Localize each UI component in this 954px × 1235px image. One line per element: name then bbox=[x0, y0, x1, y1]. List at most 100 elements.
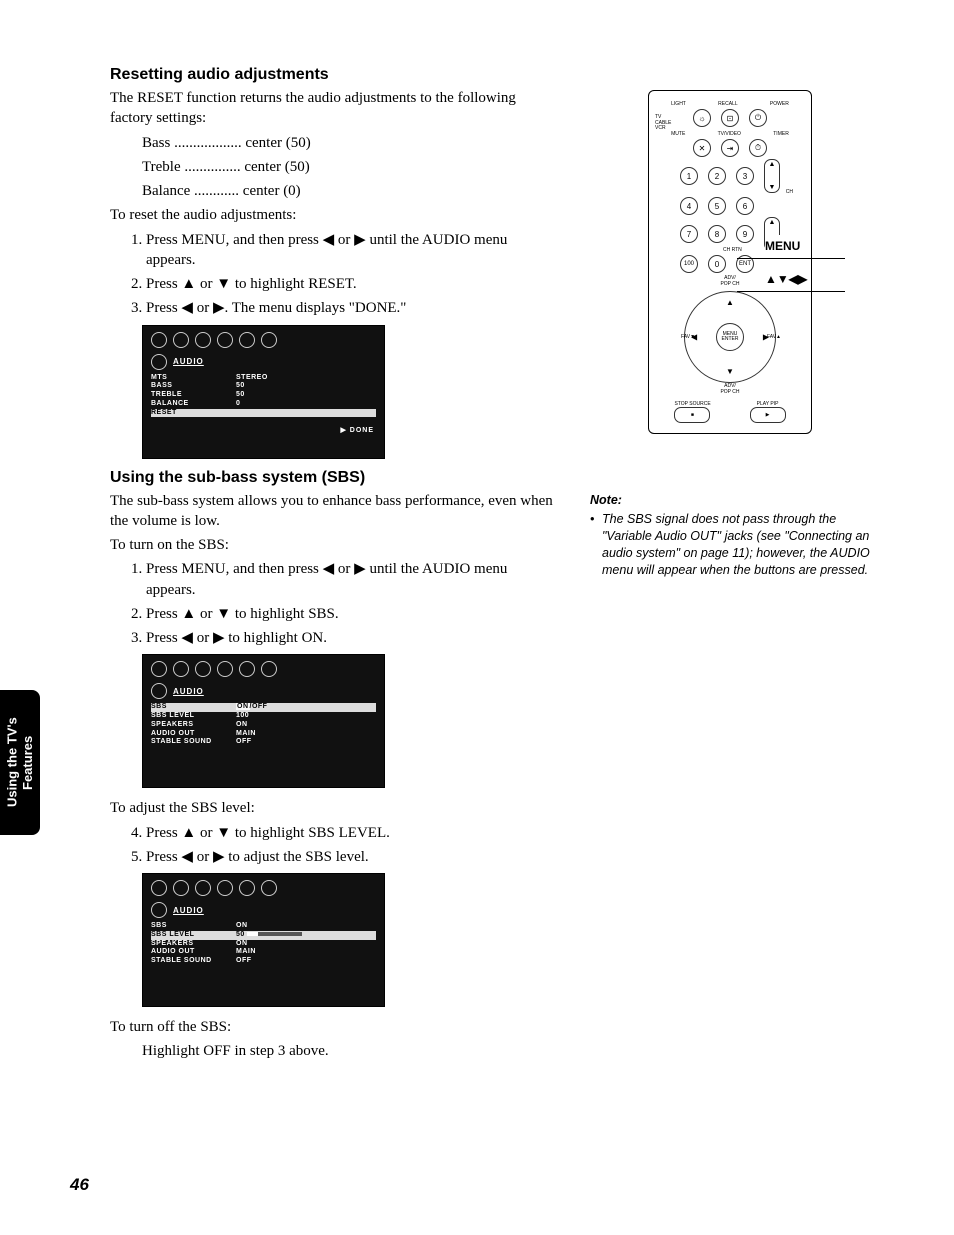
osd-val: 100 bbox=[236, 712, 249, 721]
osd-val: ON bbox=[236, 940, 248, 949]
osd-key: BASS bbox=[151, 382, 236, 391]
osd-done: ▶ DONE bbox=[340, 426, 374, 434]
step: Press MENU, and then press ◀ or ▶ until … bbox=[146, 559, 560, 600]
mode-switch: TV CABLE VCR bbox=[655, 115, 671, 132]
osd-key: STABLE SOUND bbox=[151, 957, 236, 966]
step: Press ◀ or ▶ to adjust the SBS level. bbox=[146, 847, 560, 867]
osd-title: AUDIO bbox=[173, 906, 204, 915]
osd-key: SPEAKERS bbox=[151, 721, 236, 730]
step: Press ◀ or ▶ to highlight ON. bbox=[146, 628, 560, 648]
callouts: MENU ▲▼◀▶ bbox=[765, 244, 870, 292]
osd-icon bbox=[217, 880, 233, 896]
osd-menu-sbs-level: AUDIO SBSON SBS LEVEL50 SPEAKERSON AUDIO… bbox=[142, 873, 385, 1007]
down-arrow-icon: ▼ bbox=[726, 367, 734, 376]
remote-label: RECALL bbox=[718, 101, 737, 107]
osd-val-highlight: ON bbox=[236, 703, 250, 710]
remote-label: TV/VIDEO bbox=[718, 131, 741, 137]
osd-key: MTS bbox=[151, 374, 236, 383]
menu-enter-button: MENU ENTER bbox=[716, 323, 744, 351]
osd-val: 0 bbox=[236, 400, 240, 409]
page-content: Resetting audio adjustments The RESET fu… bbox=[0, 0, 954, 1106]
osd-val: /OFF bbox=[250, 703, 268, 710]
callout-menu: MENU bbox=[765, 235, 800, 258]
osd-icon bbox=[173, 332, 189, 348]
tvvideo-button: ⇥ bbox=[721, 139, 739, 157]
osd-key: SBS LEVEL bbox=[151, 712, 236, 721]
num-button: 8 bbox=[708, 225, 726, 243]
osd-key: TREBLE bbox=[151, 391, 236, 400]
steps-reset: Press MENU, and then press ◀ or ▶ until … bbox=[128, 230, 560, 319]
num-button: 100 bbox=[680, 255, 698, 273]
up-arrow-icon: ▲ bbox=[726, 298, 734, 307]
osd-icon bbox=[151, 661, 167, 677]
power-button: ⏻ bbox=[749, 109, 767, 127]
ch-rocker: ▲▼ bbox=[764, 159, 780, 193]
osd-icon bbox=[195, 661, 211, 677]
osd-val: OFF bbox=[236, 738, 252, 747]
num-button: 7 bbox=[680, 225, 698, 243]
steps-sbs-adj: Press ▲ or ▼ to highlight SBS LEVEL. Pre… bbox=[128, 823, 560, 868]
osd-key: SPEAKERS bbox=[151, 940, 236, 949]
para-sbs-on-lead: To turn on the SBS: bbox=[110, 535, 560, 555]
osd-icon bbox=[173, 880, 189, 896]
osd-key: SBS bbox=[151, 922, 236, 931]
osd-menu-sbs-on: AUDIO SBSON/OFF SBS LEVEL100 SPEAKERSON … bbox=[142, 654, 385, 788]
heading-reset: Resetting audio adjustments bbox=[110, 66, 560, 84]
page-number: 46 bbox=[70, 1175, 89, 1195]
step: Press MENU, and then press ◀ or ▶ until … bbox=[146, 230, 560, 271]
remote-label: MUTE bbox=[671, 131, 685, 137]
osd-val: 50 bbox=[236, 391, 245, 400]
osd-val: MAIN bbox=[236, 948, 256, 957]
dpad: MENU ENTER ▲ ▼ ◀ ▶ FAV▼ FAV▲ bbox=[684, 291, 776, 383]
osd-key: BALANCE bbox=[151, 400, 236, 409]
callout-arrows: ▲▼◀▶ bbox=[765, 268, 807, 291]
osd-key: SBS LEVEL bbox=[151, 931, 236, 940]
stop-source-label: STOP SOURCE bbox=[674, 401, 710, 407]
osd-key: AUDIO OUT bbox=[151, 948, 236, 957]
osd-icon bbox=[261, 332, 277, 348]
osd-icon bbox=[261, 880, 277, 896]
num-button: 1 bbox=[680, 167, 698, 185]
osd-icon bbox=[217, 332, 233, 348]
fav-down-label: FAV▼ bbox=[681, 334, 695, 340]
fav-up-label: FAV▲ bbox=[767, 334, 781, 340]
osd-key: SBS bbox=[151, 703, 236, 712]
para-reset-lead: To reset the audio adjustments: bbox=[110, 205, 560, 225]
osd-key: RESET bbox=[151, 409, 236, 418]
recall-button: ⊡ bbox=[721, 109, 739, 127]
osd-val: ON bbox=[236, 721, 248, 730]
remote-label: POWER bbox=[770, 101, 789, 107]
osd-title: AUDIO bbox=[173, 687, 204, 696]
num-button: 4 bbox=[680, 197, 698, 215]
remote-label: TIMER bbox=[773, 131, 789, 137]
step: Press ▲ or ▼ to highlight RESET. bbox=[146, 274, 560, 294]
audio-icon bbox=[151, 902, 167, 918]
para-sbs-adj-lead: To adjust the SBS level: bbox=[110, 798, 560, 818]
factory-bass: Bass .................. center (50) bbox=[142, 133, 560, 153]
factory-treble: Treble ............... center (50) bbox=[142, 157, 560, 177]
num-button: 0 bbox=[708, 255, 726, 273]
step: Press ◀ or ▶. The menu displays "DONE." bbox=[146, 298, 560, 318]
num-button: 3 bbox=[736, 167, 754, 185]
slider-icon bbox=[247, 932, 302, 936]
audio-icon bbox=[151, 683, 167, 699]
osd-icon bbox=[195, 880, 211, 896]
osd-key: AUDIO OUT bbox=[151, 730, 236, 739]
para-sbs-intro: The sub-bass system allows you to enhanc… bbox=[110, 491, 560, 532]
light-button: ☼ bbox=[693, 109, 711, 127]
step: Press ▲ or ▼ to highlight SBS LEVEL. bbox=[146, 823, 560, 843]
osd-val: 50 bbox=[236, 931, 245, 938]
timer-button: ⏱ bbox=[749, 139, 767, 157]
osd-icon bbox=[195, 332, 211, 348]
remote-label: LIGHT bbox=[671, 101, 686, 107]
step: Press ▲ or ▼ to highlight SBS. bbox=[146, 604, 560, 624]
osd-title: AUDIO bbox=[173, 357, 204, 366]
osd-icon bbox=[239, 661, 255, 677]
para-sbs-off-step: Highlight OFF in step 3 above. bbox=[142, 1041, 560, 1061]
osd-icon bbox=[217, 661, 233, 677]
num-button: 5 bbox=[708, 197, 726, 215]
factory-balance: Balance ............ center (0) bbox=[142, 181, 560, 201]
heading-sbs: Using the sub-bass system (SBS) bbox=[110, 469, 560, 487]
para-reset-intro: The RESET function returns the audio adj… bbox=[110, 88, 560, 129]
osd-icon bbox=[239, 332, 255, 348]
